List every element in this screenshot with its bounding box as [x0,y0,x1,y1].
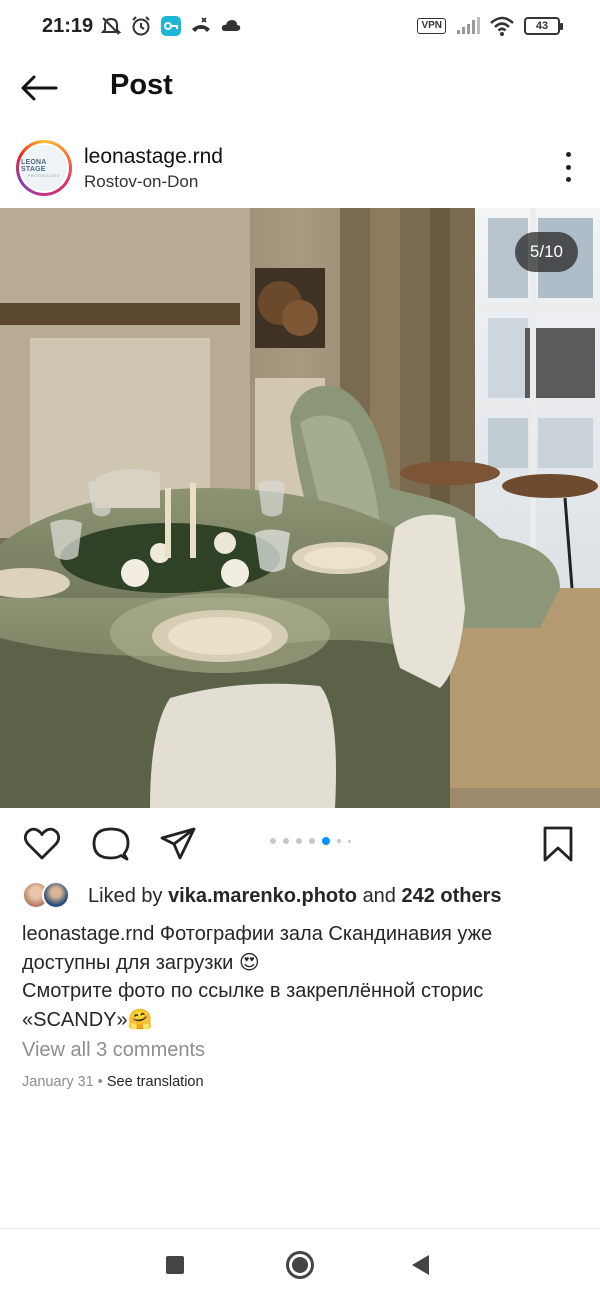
page-title: Post [110,69,173,101]
likes-text: Liked by vika.marenko.photo and 242 othe… [88,885,502,908]
more-options-button[interactable] [558,152,578,182]
liker-avatar [42,881,70,909]
photo-illustration [0,208,600,808]
comment-button[interactable] [91,824,131,864]
status-icons-left [100,15,242,37]
like-button[interactable] [22,824,62,864]
alarm-icon [132,16,150,36]
avatar-logo-text: LEONA STAGE [21,158,47,173]
battery-icon: 43 [524,17,563,35]
arrow-left-icon [21,75,58,101]
likes-others[interactable]: 242 others [402,885,502,907]
likes-prefix: Liked by [88,884,163,907]
photo-counter: 5/10 [514,232,578,272]
carousel-dot [348,839,351,843]
post-location[interactable]: Rostov-on-Don [84,172,198,192]
carousel-dot [270,838,276,844]
caption-line2: Смотрите фото по ссылке в закреплённой с… [22,980,484,1031]
status-bar: 21:19 VPN 43 [0,0,600,56]
recents-button[interactable] [166,1256,184,1274]
back-nav-button[interactable] [412,1255,429,1275]
key-icon [161,16,181,36]
system-nav-bar [0,1228,600,1299]
status-icons-right: VPN 43 [417,16,563,36]
cloud-icon [221,20,241,31]
wifi-icon [490,16,514,36]
likes-and: and [362,884,396,907]
home-icon [292,1257,308,1273]
action-bar [0,818,600,868]
liked-by-user[interactable]: vika.marenko.photo [168,885,357,907]
carousel-dot [283,838,289,844]
post-date-line: January 31 • See translation [22,1074,204,1090]
bookmark-icon [543,826,573,862]
post-username[interactable]: leonastage.rnd [84,145,223,169]
status-time: 21:19 [42,15,94,37]
carousel-indicator [270,837,351,845]
carousel-dot-active [322,837,330,845]
see-translation-link[interactable]: See translation [107,1074,204,1090]
mute-icon [100,17,122,35]
post-photo[interactable]: 5/10 [0,208,600,808]
top-header: Post [0,56,600,120]
signal-icon [457,17,480,34]
post-date: January 31 [22,1074,94,1090]
post-caption: leonastage.rnd Фотографии зала Скандинав… [22,920,582,1034]
likes-row[interactable]: Liked by vika.marenko.photo and 242 othe… [22,880,502,912]
more-dots-icon [565,152,571,157]
vpn-badge: VPN [417,18,446,34]
back-button[interactable] [20,70,64,106]
send-icon [160,827,196,860]
date-separator: • [97,1074,103,1090]
comment-icon [92,827,130,861]
avatar-logo-subtext: PHOTOSTUDIO [27,173,61,178]
heart-icon [23,827,61,860]
phone-icon [192,17,210,32]
liker-avatars [22,881,80,911]
home-button[interactable] [286,1251,314,1279]
carousel-dot [296,838,302,844]
view-comments-link[interactable]: View all 3 comments [22,1039,205,1062]
carousel-dot [309,838,315,844]
post-header: LEONA STAGE PHOTOSTUDIO leonastage.rnd R… [0,136,600,206]
avatar[interactable]: LEONA STAGE PHOTOSTUDIO [16,140,72,196]
save-button[interactable] [538,824,578,864]
share-button[interactable] [158,824,198,864]
carousel-dot [337,839,341,843]
caption-username[interactable]: leonastage.rnd [22,923,154,945]
